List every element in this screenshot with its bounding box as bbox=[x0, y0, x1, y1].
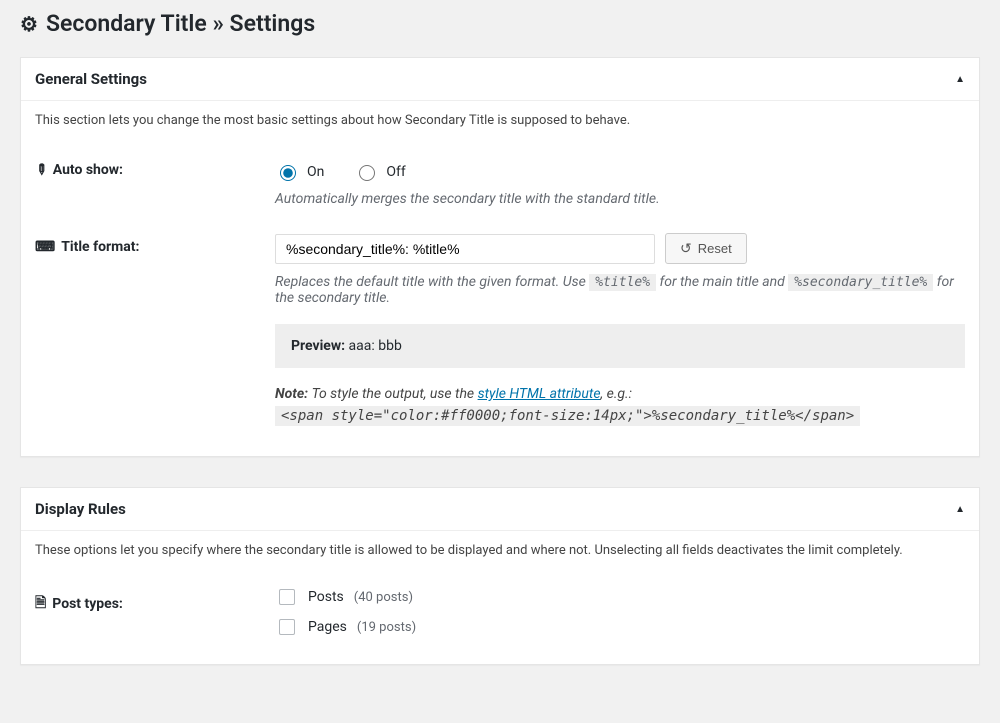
preview-label: Preview: bbox=[291, 338, 345, 354]
collapse-icon[interactable]: ▲ bbox=[955, 74, 965, 85]
row-auto-show: Auto show: On Off Automatically merges t bbox=[35, 156, 965, 207]
wand-icon bbox=[35, 162, 47, 178]
section-display: Display Rules ▲ These options let you sp… bbox=[20, 487, 980, 665]
title-format-input[interactable] bbox=[275, 234, 655, 264]
page-title-suffix: Settings bbox=[230, 10, 316, 37]
post-types-label: Post types: bbox=[52, 596, 123, 612]
post-type-pages-count: (19 posts) bbox=[357, 620, 416, 635]
section-display-heading: Display Rules bbox=[35, 500, 126, 518]
auto-show-off-radio[interactable] bbox=[359, 165, 375, 181]
auto-show-off-text: Off bbox=[386, 164, 405, 180]
title-format-label: Title format: bbox=[61, 239, 139, 255]
row-title-format: Title format: Reset Replaces the default… bbox=[35, 233, 965, 426]
note-text-pre: To style the output, use the bbox=[312, 386, 478, 402]
gear-icon bbox=[20, 10, 38, 37]
row-post-types: Post types: Posts (40 posts) Pages (19 p… bbox=[35, 586, 965, 646]
post-type-pages-name: Pages bbox=[308, 619, 347, 635]
section-general: General Settings ▲ This section lets you… bbox=[20, 57, 980, 457]
reset-icon bbox=[680, 240, 692, 257]
reset-button[interactable]: Reset bbox=[665, 233, 747, 264]
section-general-desc: This section lets you change the most ba… bbox=[35, 113, 965, 128]
post-type-posts[interactable]: Posts (40 posts) bbox=[275, 586, 965, 608]
note-label: Note: bbox=[275, 386, 308, 402]
auto-show-desc: Automatically merges the secondary title… bbox=[275, 191, 965, 207]
section-display-desc: These options let you specify where the … bbox=[35, 543, 965, 558]
section-general-heading: General Settings bbox=[35, 70, 147, 88]
section-general-header[interactable]: General Settings ▲ bbox=[21, 58, 979, 101]
note-text-post: , e.g.: bbox=[601, 386, 632, 402]
page-title-separator: » bbox=[212, 10, 223, 37]
page-title: Secondary Title » Settings bbox=[20, 10, 980, 37]
auto-show-off-option[interactable]: Off bbox=[354, 162, 405, 181]
post-type-posts-name: Posts bbox=[308, 589, 344, 605]
preview-value: aaa: bbb bbox=[345, 338, 402, 354]
title-format-desc: Replaces the default title with the give… bbox=[275, 274, 965, 306]
document-icon bbox=[35, 592, 46, 616]
post-type-pages-checkbox[interactable] bbox=[279, 619, 295, 635]
note-line: Note: To style the output, use the style… bbox=[275, 386, 965, 426]
style-attribute-link[interactable]: style HTML attribute bbox=[478, 386, 601, 402]
code-title-placeholder: %title% bbox=[589, 274, 656, 291]
post-type-posts-checkbox[interactable] bbox=[279, 589, 295, 605]
title-format-desc-p1: Replaces the default title with the give… bbox=[275, 274, 589, 290]
post-type-posts-count: (40 posts) bbox=[354, 590, 413, 605]
auto-show-on-radio[interactable] bbox=[280, 165, 296, 181]
title-format-desc-p2: for the main title and bbox=[659, 274, 788, 290]
reset-button-label: Reset bbox=[698, 241, 732, 256]
page-title-prefix: Secondary Title bbox=[46, 10, 207, 37]
keyboard-icon bbox=[35, 239, 55, 255]
section-display-header[interactable]: Display Rules ▲ bbox=[21, 488, 979, 531]
collapse-icon[interactable]: ▲ bbox=[955, 504, 965, 515]
auto-show-on-option[interactable]: On bbox=[275, 162, 324, 181]
auto-show-on-text: On bbox=[307, 164, 324, 180]
preview-box: Preview: aaa: bbb bbox=[275, 324, 965, 368]
auto-show-label: Auto show: bbox=[53, 162, 123, 178]
code-secondary-placeholder: %secondary_title% bbox=[788, 274, 933, 291]
post-type-pages[interactable]: Pages (19 posts) bbox=[275, 616, 965, 638]
note-code-example: <span style="color:#ff0000;font-size:14p… bbox=[275, 406, 860, 426]
